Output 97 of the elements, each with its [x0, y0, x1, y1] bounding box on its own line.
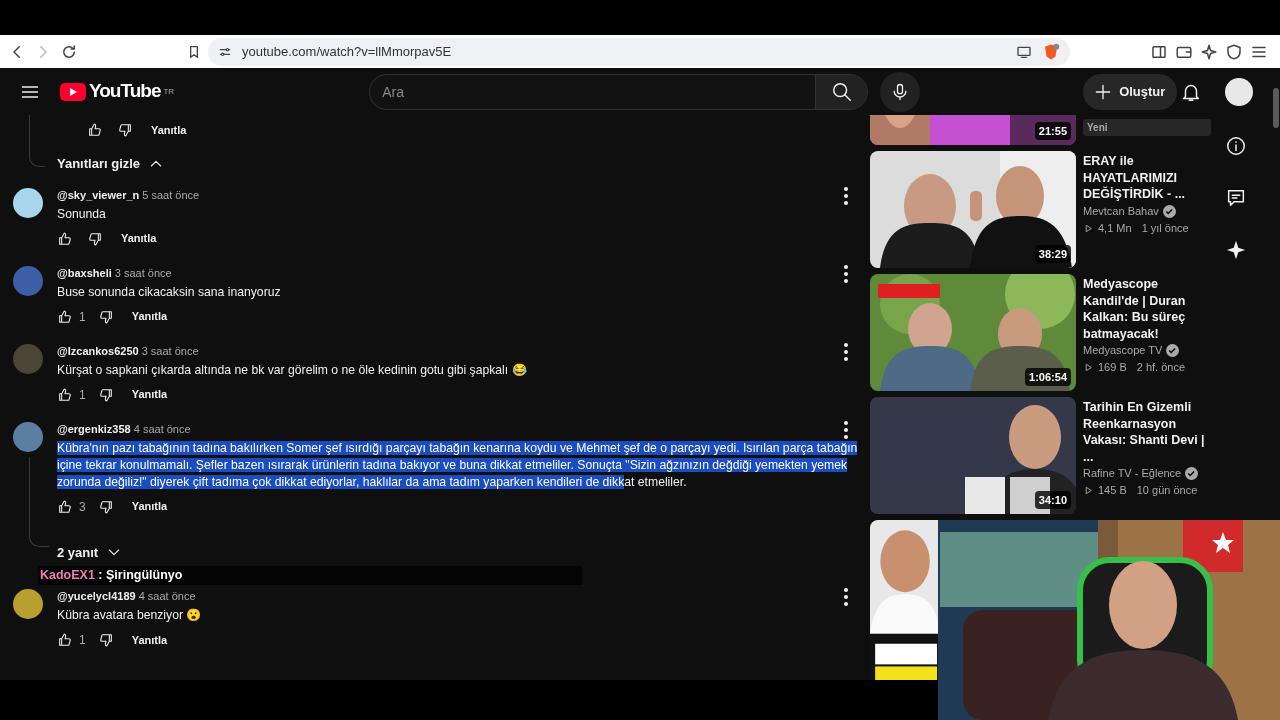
play-icon — [1083, 362, 1094, 373]
comment-text: Kübra avatara benziyor 😮 — [57, 607, 203, 624]
search-field[interactable]: Ara — [369, 73, 816, 110]
shield-icon[interactable] — [1225, 42, 1243, 61]
thumbs-up-icon — [57, 308, 73, 325]
info-icon[interactable] — [1225, 135, 1247, 157]
search-icon — [830, 80, 853, 103]
dislike-button[interactable] — [97, 386, 114, 403]
chat-icon[interactable] — [1225, 187, 1247, 209]
thumbs-up-icon — [57, 230, 73, 247]
author-name[interactable]: @ergenkiz358 — [57, 422, 131, 435]
kebab-icon — [844, 342, 848, 361]
comment-text: Sonunda — [57, 205, 107, 223]
thumbs-down-icon — [97, 308, 114, 325]
show-replies-button[interactable]: 2 yanıt — [57, 542, 123, 562]
view-count: 169 B — [1098, 360, 1127, 375]
dislike-button[interactable] — [117, 122, 133, 138]
like-button[interactable] — [57, 632, 73, 648]
kebab-icon — [844, 186, 848, 205]
thumbs-up-icon — [57, 498, 73, 515]
reload-icon[interactable] — [60, 42, 78, 61]
reply-button[interactable]: Yanıtla — [131, 308, 168, 325]
thread-line — [29, 115, 45, 167]
more-options-button[interactable] — [844, 342, 848, 361]
reply-button[interactable]: Yanıtla — [121, 230, 157, 247]
play-icon — [1083, 222, 1094, 234]
kebab-icon — [844, 420, 848, 439]
author-name[interactable]: @yucelycl4189 — [57, 590, 136, 602]
avatar[interactable] — [13, 187, 43, 218]
comment-text: Kürşat o sapkani çıkarda altında ne bk var görelim o ne öle kedinin gotu gibi şapkalı 😂 — [57, 361, 528, 379]
reply-button[interactable]: Yanıtla — [131, 498, 168, 515]
reply-button[interactable]: Yanıtla — [151, 121, 187, 139]
like-button[interactable] — [87, 122, 103, 138]
thumbs-down-icon — [97, 386, 114, 403]
play-icon — [1083, 485, 1094, 496]
chat-message: KadoEX1 : Şiringülünyo — [38, 566, 582, 585]
comment-time[interactable]: 4 saat önce — [138, 590, 196, 602]
thumbs-up-icon — [87, 122, 103, 138]
channel-name[interactable]: Rafine TV - Eğlence — [1083, 465, 1182, 482]
channel-name[interactable]: Mevtcan Bahav — [1083, 202, 1159, 220]
dislike-button[interactable] — [97, 632, 114, 648]
like-count: 1 — [79, 308, 86, 326]
more-options-button[interactable] — [844, 264, 848, 283]
url-text: youtube.com/watch?v=llMmorpav5E — [242, 42, 453, 61]
kebab-icon — [844, 264, 848, 283]
comment-time[interactable]: 4 saat önce — [133, 422, 191, 435]
create-button[interactable]: Oluştur — [1083, 73, 1178, 110]
upload-age: 10 gün önce — [1136, 483, 1198, 498]
address-bar[interactable]: youtube.com/watch?v=llMmorpav5E — [208, 37, 1070, 66]
thumbs-up-icon — [57, 632, 73, 648]
play-logo-icon — [60, 82, 86, 101]
dislike-button[interactable] — [97, 498, 114, 515]
author-name[interactable]: @sky_viewer_n — [57, 188, 140, 201]
thumbs-down-icon — [117, 122, 133, 138]
like-button[interactable] — [57, 308, 73, 325]
video-title[interactable]: Medyascope Kandil'de | Duran Kalkan: Bu süreç batmayacak! — [1083, 276, 1211, 342]
search-button[interactable] — [815, 73, 869, 110]
video-title[interactable]: Tarihin En Gizemli Reenkarnasyon Vakası: Shanti Devi | ... — [1083, 399, 1211, 465]
like-count: 1 — [79, 632, 86, 649]
like-button[interactable] — [57, 386, 73, 403]
voice-search-button[interactable] — [880, 71, 921, 112]
thumbs-down-icon — [97, 498, 114, 515]
upload-age: 1 yıl önce — [1141, 220, 1189, 236]
sparkle-icon[interactable] — [1200, 42, 1218, 61]
avatar[interactable] — [13, 589, 43, 619]
view-count: 4,1 Mn — [1098, 220, 1132, 236]
youtube-logo[interactable]: YouTube TR — [60, 77, 175, 106]
dislike-button[interactable] — [97, 308, 114, 325]
thumbs-down-icon — [97, 632, 114, 648]
upload-age: 2 hf. önce — [1136, 360, 1186, 375]
new-badge: Yeni — [1083, 119, 1211, 136]
reply-button[interactable]: Yanıtla — [131, 631, 168, 649]
author-name[interactable]: @Izcankos6250 — [57, 344, 139, 357]
video-title[interactable]: ERAY ile HAYATLARIMIZI DEĞİŞTİRDİK - ... — [1083, 153, 1211, 203]
more-options-button[interactable] — [844, 186, 848, 205]
like-count: 1 — [79, 386, 86, 404]
lion-shield-icon[interactable] — [1042, 42, 1060, 61]
author-name[interactable]: @baxsheli — [57, 266, 112, 279]
channel-name[interactable]: Medyascope TV — [1083, 342, 1163, 359]
more-options-button[interactable] — [844, 588, 848, 606]
more-options-button[interactable] — [844, 420, 848, 439]
dislike-button[interactable] — [87, 230, 103, 247]
sparkle-icon[interactable] — [1225, 239, 1247, 261]
like-button[interactable] — [57, 230, 73, 247]
comment-time[interactable]: 3 saat önce — [141, 344, 199, 357]
comment-time[interactable]: 3 saat önce — [114, 266, 172, 279]
kebab-icon — [844, 588, 848, 606]
like-count: 3 — [79, 498, 86, 516]
hide-replies-button[interactable]: Yanıtları gizle — [57, 154, 165, 174]
thumbs-up-icon — [57, 386, 73, 403]
like-button[interactable] — [57, 498, 73, 515]
reply-button[interactable]: Yanıtla — [131, 386, 168, 403]
comment-time[interactable]: 5 saat önce — [142, 188, 200, 201]
avatar[interactable] — [1225, 77, 1254, 106]
view-count: 145 B — [1098, 483, 1127, 498]
thumbs-down-icon — [87, 230, 103, 247]
comment-text: Buse sonunda cikacaksin sana inanyoruz — [57, 283, 282, 301]
